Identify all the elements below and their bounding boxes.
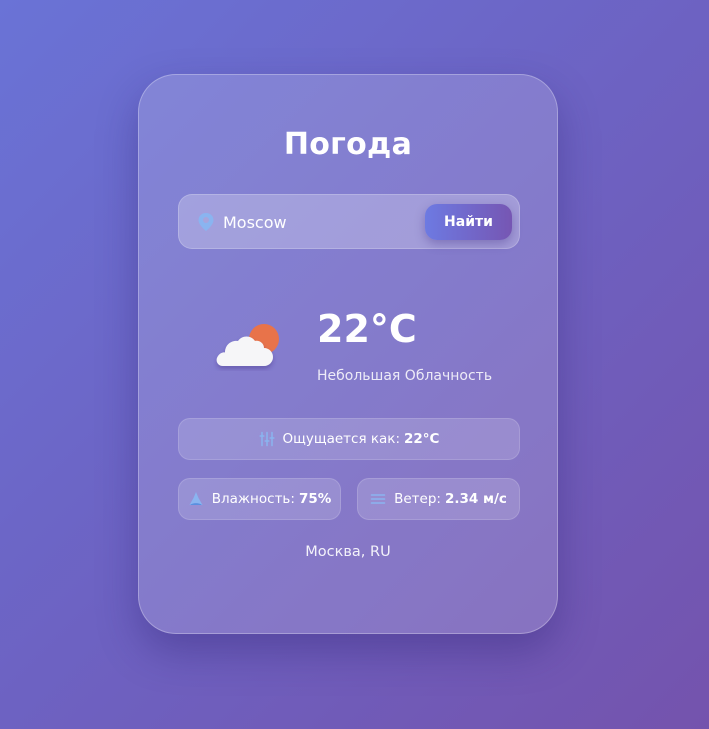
- wind-icon: [370, 494, 386, 504]
- humidity-drop-icon: [189, 492, 203, 505]
- feels-like-label: Ощущается как:: [282, 431, 400, 447]
- city-search-input[interactable]: [223, 205, 413, 239]
- location-pin-icon: [198, 213, 214, 231]
- search-bar: Найти: [178, 194, 520, 249]
- location-label: Москва, RU: [305, 544, 391, 560]
- temperature-value: 22°C: [317, 307, 417, 351]
- search-button[interactable]: Найти: [425, 204, 512, 240]
- humidity-value: 75%: [298, 491, 332, 507]
- cloud-sun-icon: [216, 324, 279, 366]
- page-title: Погода: [283, 127, 413, 162]
- feels-like-value: 22°C: [404, 431, 440, 447]
- weather-card: Погода Найти 22°C Небольшая Облачность: [138, 74, 558, 634]
- wind-box: Ветер: 2.34 м/с: [357, 478, 520, 520]
- weather-description: Небольшая Облачность: [317, 368, 493, 384]
- sliders-icon: [258, 431, 275, 447]
- humidity-box: Влажность: 75%: [178, 478, 341, 520]
- feels-like-box: Ощущается как: 22°C: [178, 418, 520, 460]
- wind-label: Ветер:: [394, 491, 441, 507]
- humidity-label: Влажность:: [211, 491, 295, 507]
- wind-value: 2.34 м/с: [444, 491, 507, 507]
